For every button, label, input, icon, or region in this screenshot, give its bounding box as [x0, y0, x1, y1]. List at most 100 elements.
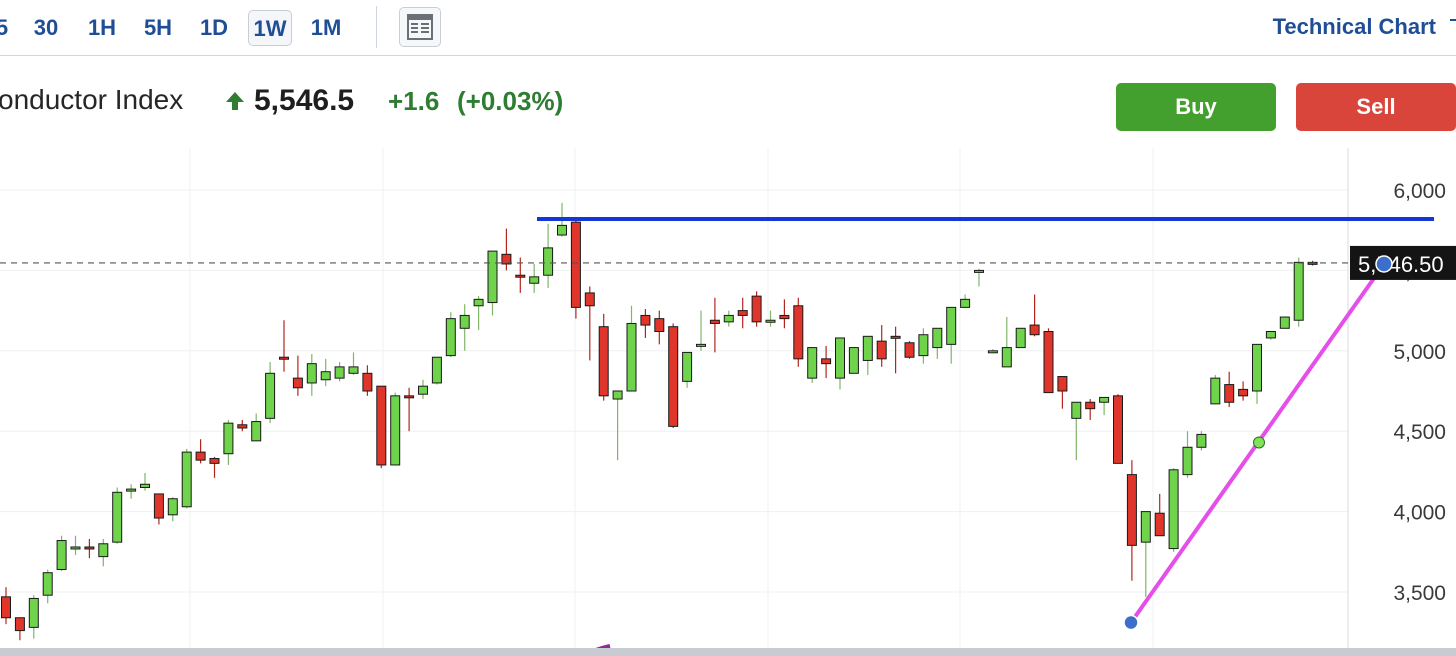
- layout-button[interactable]: [399, 7, 441, 47]
- candle-body: [487, 250, 498, 304]
- candle-body: [862, 335, 873, 361]
- candle: [14, 617, 25, 641]
- candle-body: [932, 327, 943, 349]
- timeframe-5[interactable]: 5: [0, 10, 10, 46]
- candle-body: [362, 372, 373, 392]
- candle: [487, 250, 498, 316]
- candle: [265, 362, 276, 424]
- candle-body: [1057, 376, 1068, 392]
- candle: [598, 313, 609, 401]
- candle-body: [42, 572, 53, 596]
- candle-body: [529, 276, 540, 284]
- candle-body: [848, 347, 859, 374]
- timeframe-1d[interactable]: 1D: [194, 10, 234, 46]
- timeframe-5h[interactable]: 5H: [138, 10, 178, 46]
- candle-body: [348, 366, 359, 374]
- candle-body: [251, 421, 262, 442]
- timeframe-1m[interactable]: 1M: [304, 10, 348, 46]
- candle: [1279, 316, 1290, 329]
- candle-body: [279, 356, 289, 360]
- candle-body: [418, 385, 428, 395]
- buy-label: Buy: [1175, 94, 1217, 119]
- timeframe-label: 1M: [310, 15, 342, 40]
- candle: [348, 352, 359, 375]
- candle: [835, 337, 845, 390]
- candle: [292, 355, 303, 396]
- candle-body: [306, 363, 317, 384]
- y-tick-label: 5,000: [1393, 341, 1446, 364]
- timeframe-1h[interactable]: 1H: [82, 10, 122, 46]
- candle: [98, 538, 109, 567]
- candle-body: [987, 350, 998, 354]
- sell-label: Sell: [1356, 94, 1396, 119]
- candle: [682, 351, 693, 388]
- candle: [946, 306, 957, 364]
- candle-body: [1029, 324, 1040, 336]
- candle-body: [473, 298, 484, 307]
- candle-body: [98, 543, 109, 558]
- trend-line-end-handle: [1375, 255, 1393, 273]
- candle: [1168, 468, 1179, 552]
- candle-body: [1099, 396, 1110, 403]
- timeframe-1w[interactable]: 1W: [248, 10, 292, 46]
- candle: [473, 296, 484, 330]
- trend-line-midpoint: [1253, 436, 1265, 449]
- candle-body: [126, 488, 137, 492]
- sell-button[interactable]: Sell: [1296, 83, 1456, 131]
- candle-body: [1071, 401, 1082, 419]
- timeframe-label: 5: [0, 15, 9, 40]
- timeframe-30[interactable]: 30: [26, 10, 66, 46]
- candle: [1182, 431, 1193, 478]
- candle-body: [376, 385, 387, 466]
- timeframe-label: 5H: [143, 15, 173, 40]
- candle: [1057, 376, 1068, 409]
- external-link-icon[interactable]: [1448, 18, 1456, 38]
- candle-body: [1210, 377, 1221, 405]
- candle: [418, 379, 428, 400]
- timeframe-label: 1W: [253, 16, 287, 41]
- candle: [334, 362, 345, 382]
- technical-chart-label: Technical Chart: [1272, 14, 1436, 39]
- candle: [890, 326, 901, 374]
- buy-button[interactable]: Buy: [1116, 83, 1276, 131]
- candle-body: [181, 451, 192, 508]
- candle-body: [1043, 331, 1054, 394]
- candle-body: [1113, 395, 1123, 464]
- candle: [1085, 399, 1096, 420]
- candle-body: [751, 295, 762, 323]
- candle-body: [1252, 343, 1262, 392]
- candle: [751, 291, 762, 327]
- quote-header: onductor Index 5,546.5 +1.6 (+0.03%) Buy…: [0, 56, 1456, 148]
- candle: [445, 312, 456, 358]
- candle: [251, 413, 262, 442]
- price-change-percent: (+0.03%): [457, 86, 564, 116]
- price-chart[interactable]: 6,0005,5005,0004,5004,0003,500 5,546.50: [0, 148, 1456, 656]
- candle: [779, 299, 790, 329]
- candle-body: [640, 314, 651, 326]
- candle: [70, 535, 81, 556]
- current-price-label: 5,546.50: [1358, 252, 1444, 277]
- candle-body: [515, 274, 526, 278]
- candle: [612, 390, 623, 461]
- drawing-overlays: 5,546.50: [0, 216, 1456, 656]
- candle: [584, 286, 595, 361]
- candle: [1238, 381, 1249, 401]
- candles: [1, 202, 1318, 641]
- candle-body: [1293, 261, 1304, 321]
- candle-body: [765, 319, 776, 323]
- y-tick-label: 6,000: [1393, 180, 1446, 203]
- technical-chart-link[interactable]: Technical Chart: [1273, 14, 1436, 40]
- timeframe-toolbar: 5 30 1H 5H 1D 1W 1M Technical Chart: [0, 0, 1456, 56]
- candle-body: [1001, 347, 1012, 368]
- candle: [1029, 294, 1040, 337]
- candle: [1113, 394, 1123, 464]
- candle-body: [265, 372, 276, 419]
- candle: [640, 308, 651, 338]
- candle-body: [167, 498, 178, 516]
- candle-body: [570, 221, 581, 308]
- candle: [765, 310, 776, 327]
- toolbar-divider: [376, 6, 377, 48]
- candle-body: [1085, 401, 1096, 410]
- candle: [1043, 328, 1054, 394]
- candle-body: [153, 493, 164, 519]
